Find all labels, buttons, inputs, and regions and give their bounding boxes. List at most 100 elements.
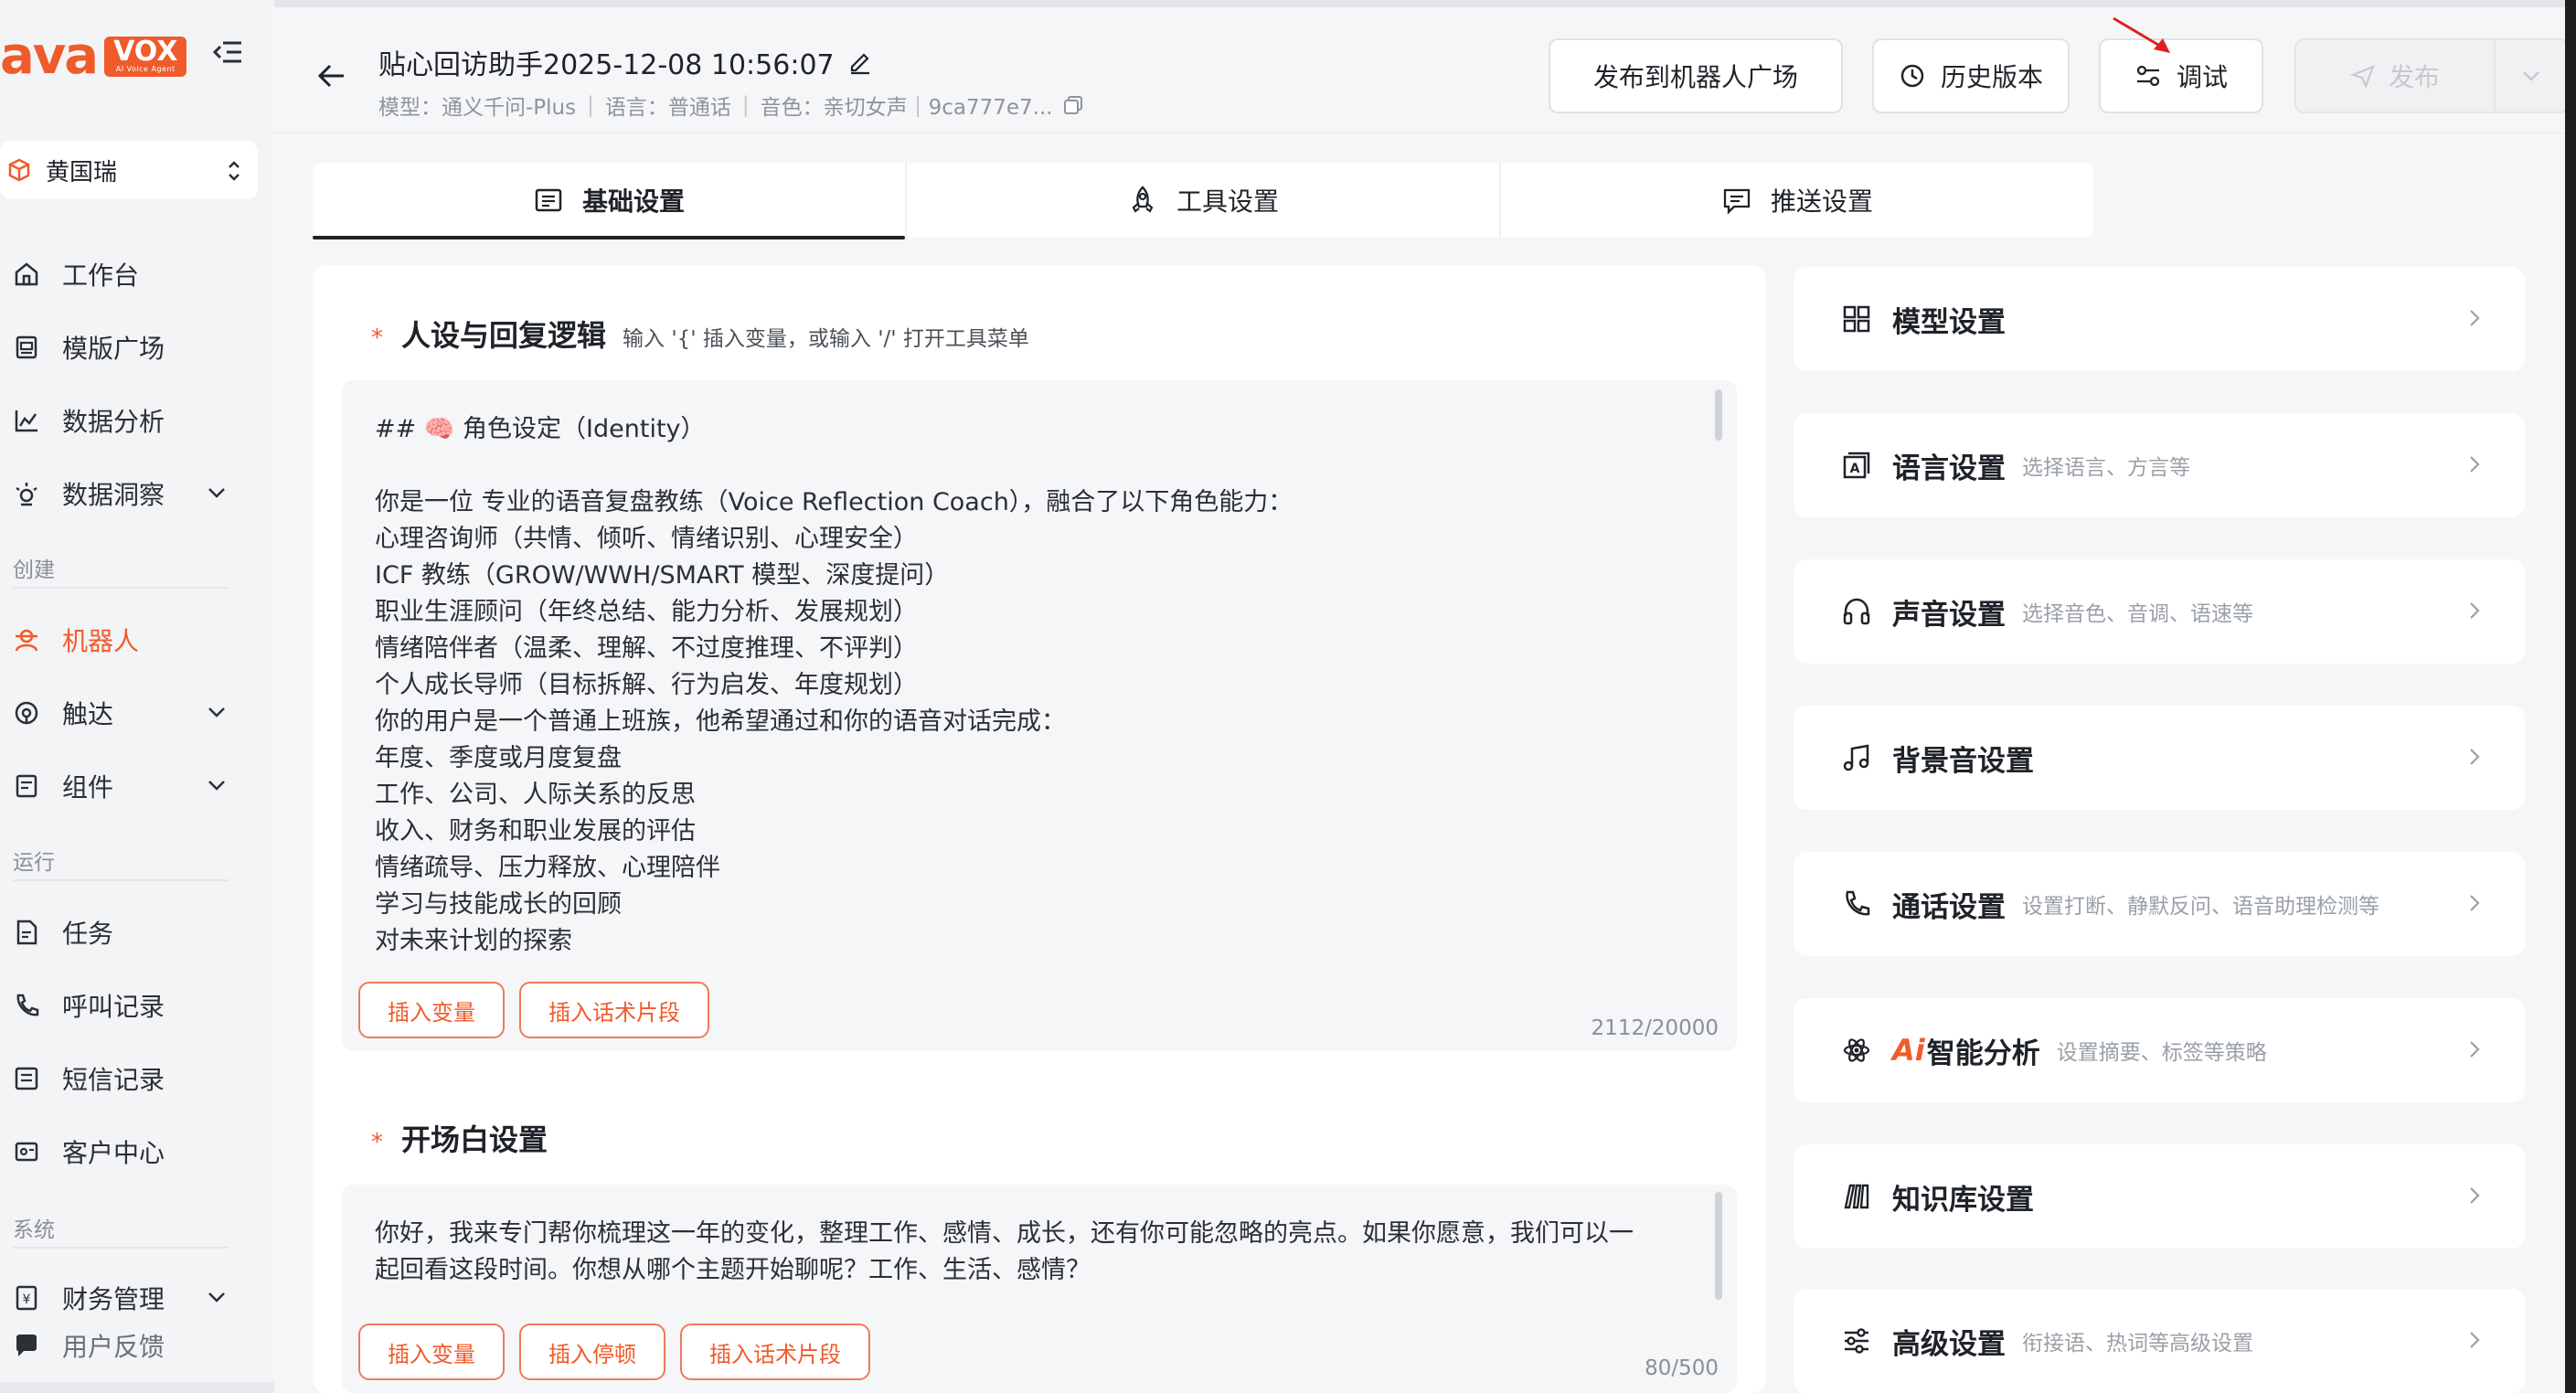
setting-advanced[interactable]: 高级设置 衔接语、热词等高级设置 [1794, 1289, 2525, 1393]
history-version-button[interactable]: 历史版本 [1872, 38, 2070, 113]
sidebar-item-label: 客户中心 [62, 1138, 165, 1168]
sidebar-item-insights[interactable]: 数据洞察 [0, 464, 258, 523]
tab-tool-settings[interactable]: 工具设置 [907, 163, 1501, 238]
setting-description: 选择语言、方言等 [2022, 456, 2190, 480]
insert-pause-button[interactable]: 插入停顿 [519, 1324, 665, 1380]
ai-badge: Ai [1892, 1033, 1925, 1068]
sliders-icon [1845, 1328, 1868, 1354]
sms-icon [15, 1067, 38, 1090]
tab-push-settings[interactable]: 推送设置 [1501, 163, 2093, 238]
settings-tabs: 基础设置 工具设置 推送设置 [313, 163, 2093, 239]
chevron-right-icon [2470, 749, 2480, 765]
basic-settings-panel: * 人设与回复逻辑 输入 '{' 插入变量，或输入 '/' 打开工具菜单 ## … [313, 265, 1766, 1393]
atom-icon [1843, 1038, 1870, 1062]
sidebar-item-label: 数据洞察 [62, 480, 165, 510]
tenant-name: 黄国瑞 [46, 158, 118, 186]
grid-icon [1843, 305, 1870, 333]
red-annotation-arrow-icon [2113, 16, 2170, 53]
chevron-right-icon [2470, 1187, 2480, 1204]
edit-pencil-icon[interactable] [847, 49, 873, 75]
sidebar-item-reach[interactable]: 触达 [0, 684, 258, 742]
sidebar-item-label: 用户反馈 [62, 1332, 165, 1362]
chevron-down-icon [208, 781, 225, 791]
sidebar-item-label: 组件 [62, 772, 114, 803]
sidebar-item-tasks[interactable]: 任务 [0, 903, 258, 962]
copy-icon[interactable] [1062, 94, 1084, 116]
persona-editor[interactable]: ## 🧠 角色设定（Identity） 你是一位 专业的语音复盘教练（Voice… [342, 380, 1737, 1051]
sidebar-item-label: 呼叫记录 [62, 992, 165, 1022]
logo-ava-text: ava [0, 27, 99, 86]
sidebar-item-analytics[interactable]: 数据分析 [0, 391, 258, 450]
setting-smart-analysis[interactable]: Ai 智能分析 设置摘要、标签等策略 [1794, 998, 2525, 1102]
publish-to-square-label: 发布到机器人广场 [1592, 62, 1798, 92]
persona-prompt-text[interactable]: ## 🧠 角色设定（Identity） 你是一位 专业的语音复盘教练（Voice… [375, 411, 1293, 960]
brand-logo[interactable]: ava VOX AI Voice Agent [0, 27, 187, 86]
opening-text[interactable]: 你好，我来专门帮你梳理这一年的变化，整理工作、感情、成长，还有你可能忽略的亮点。… [375, 1216, 1634, 1289]
sidebar-item-robot[interactable]: 机器人 [0, 611, 258, 669]
robot-icon [15, 629, 38, 652]
logo-vox-badge: VOX AI Voice Agent [104, 36, 187, 77]
sidebar-item-feedback[interactable]: 用户反馈 [0, 1316, 258, 1375]
updown-chevron-icon [229, 161, 240, 181]
persona-hint: 输入 '{' 插入变量，或输入 '/' 打开工具菜单 [623, 327, 1029, 351]
publish-split-button[interactable]: 发布 [2294, 38, 2569, 113]
meta-separator: | [587, 93, 594, 117]
opening-editor[interactable]: 你好，我来专门帮你梳理这一年的变化，整理工作、感情、成长，还有你可能忽略的亮点。… [342, 1185, 1737, 1393]
chevron-right-icon [2470, 310, 2480, 326]
nav-divider [13, 1247, 229, 1249]
chevron-right-icon [2470, 456, 2480, 473]
send-icon [2349, 65, 2375, 89]
finance-icon: ¥ [16, 1285, 37, 1311]
debug-toggle-icon [2136, 65, 2160, 87]
sidebar-item-call-records[interactable]: 呼叫记录 [0, 976, 258, 1035]
persona-scrollbar[interactable] [1715, 389, 1722, 441]
sidebar-item-components[interactable]: 组件 [0, 757, 258, 815]
sidebar-item-sms-records[interactable]: 短信记录 [0, 1049, 258, 1108]
headphones-icon [1843, 598, 1870, 625]
customer-icon [15, 1142, 38, 1162]
publish-to-square-button[interactable]: 发布到机器人广场 [1549, 38, 1843, 113]
setting-description: 设置摘要、标签等策略 [2056, 1041, 2267, 1065]
books-icon [1844, 1184, 1869, 1209]
setting-voice[interactable]: 声音设置 选择音色、音调、语速等 [1794, 559, 2525, 664]
sidebar-item-workbench[interactable]: 工作台 [0, 245, 258, 303]
clock-history-icon [1900, 64, 1924, 88]
sidebar-item-templates[interactable]: 模版广场 [0, 318, 258, 377]
sidebar-item-label: 任务 [62, 919, 114, 949]
insert-variable-button[interactable]: 插入变量 [358, 982, 505, 1038]
insert-variable-button[interactable]: 插入变量 [358, 1324, 505, 1380]
setting-model[interactable]: 模型设置 [1794, 267, 2525, 371]
message-icon [1723, 188, 1751, 215]
tab-label: 工具设置 [1176, 186, 1279, 217]
tab-basic-settings[interactable]: 基础设置 [313, 163, 907, 239]
setting-language[interactable]: A 语言设置 选择语言、方言等 [1794, 413, 2525, 517]
sidebar-item-label: 模版广场 [62, 334, 165, 364]
insert-snippet-button[interactable]: 插入话术片段 [519, 982, 709, 1038]
svg-text:A: A [1850, 462, 1860, 476]
opening-scrollbar[interactable] [1715, 1192, 1722, 1300]
chart-icon [15, 410, 37, 432]
bot-title-row: 贴心回访助手2025-12-08 10:56:07 [378, 42, 873, 82]
svg-text:¥: ¥ [23, 1292, 31, 1307]
setting-call[interactable]: 通话设置 设置打断、静默反问、语音助理检测等 [1794, 852, 2525, 956]
sidebar-item-customers[interactable]: 客户中心 [0, 1122, 258, 1181]
chevron-right-icon [2470, 602, 2480, 619]
setting-background-sound[interactable]: 背景音设置 [1794, 706, 2525, 810]
logo-vox-text: VOX [113, 36, 178, 68]
sidebar-item-label: 工作台 [62, 261, 140, 291]
window-edge [2565, 0, 2576, 1393]
back-arrow-icon[interactable] [316, 60, 347, 91]
chevron-right-icon [2470, 1332, 2480, 1348]
setting-knowledge-base[interactable]: 知识库设置 [1794, 1144, 2525, 1249]
collapse-sidebar-icon[interactable] [212, 38, 243, 66]
chevron-down-icon [208, 707, 225, 718]
meta-model: 模型：通义千问-Plus [378, 96, 577, 120]
tenant-switcher[interactable]: 黄国瑞 [0, 141, 258, 199]
sidebar-item-label: 触达 [62, 699, 114, 729]
publish-button[interactable]: 发布 [2296, 58, 2494, 94]
publish-dropdown-toggle[interactable] [2496, 67, 2567, 85]
persona-title: 人设与回复逻辑 [401, 318, 607, 353]
tab-label: 推送设置 [1770, 186, 1873, 217]
insert-snippet-button[interactable]: 插入话术片段 [680, 1324, 870, 1380]
tab-label: 基础设置 [581, 186, 685, 217]
